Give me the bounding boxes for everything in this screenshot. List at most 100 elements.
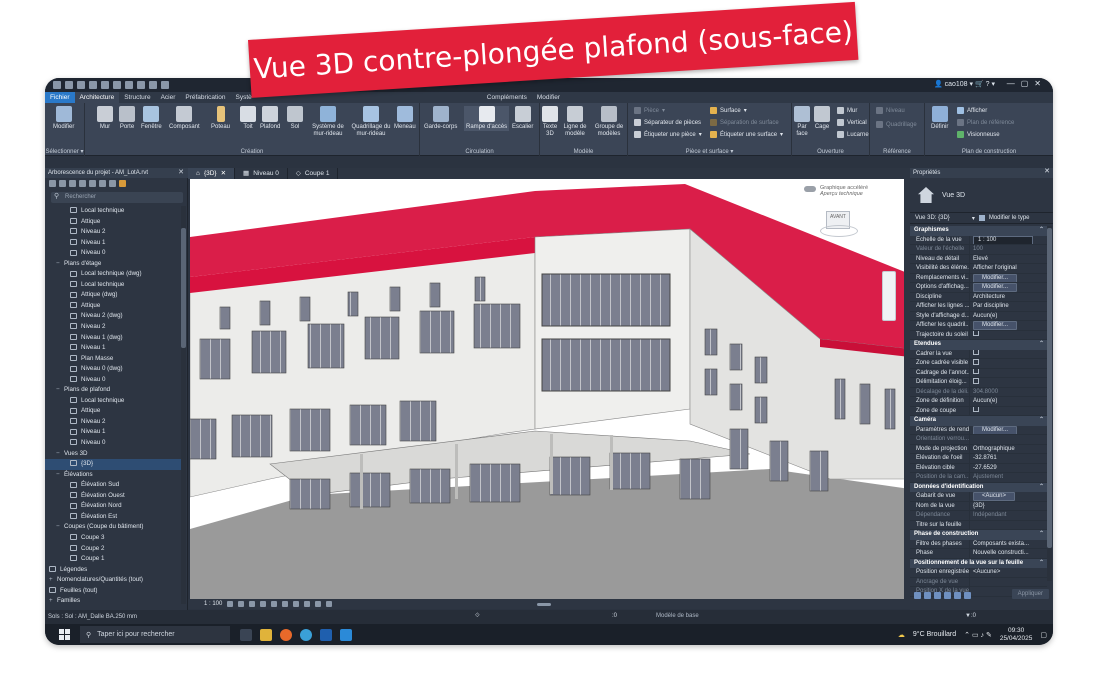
browser-item[interactable]: Niveau 1	[45, 343, 181, 354]
reveal-icon[interactable]	[326, 601, 333, 607]
browser-item[interactable]: Niveau 0 (dwg)	[45, 364, 181, 375]
save-icon[interactable]	[77, 81, 85, 89]
checkbox[interactable]	[973, 349, 979, 356]
property-value[interactable]: Nouvelle constructi...	[969, 549, 1047, 558]
design-option[interactable]: Modèle de base	[656, 613, 699, 619]
browser-item[interactable]: Coupe 3	[45, 533, 181, 544]
firefox-icon[interactable]	[280, 628, 292, 641]
worksets-icon[interactable]: ⟐	[475, 613, 480, 620]
property-group-header[interactable]: Données d'identification ⌃	[910, 482, 1047, 493]
model-text-button[interactable]: Texte 3D	[542, 106, 558, 138]
collapse-icon[interactable]: −	[56, 449, 64, 460]
mullion-button[interactable]: Meneau	[394, 106, 416, 131]
checkbox[interactable]	[973, 406, 979, 413]
property-value[interactable]: <Aucun>	[969, 492, 1047, 501]
checkbox[interactable]	[973, 378, 979, 384]
area-boundary-button[interactable]: Séparation de surface	[710, 119, 779, 126]
viewcube[interactable]: AVANT	[820, 205, 858, 239]
property-value[interactable]: <Aucune>	[969, 568, 1047, 577]
text-icon[interactable]	[161, 81, 169, 89]
collapse-icon[interactable]: ⌃	[1039, 226, 1044, 236]
property-value[interactable]: Composants exista...	[969, 539, 1047, 548]
checkbox[interactable]	[973, 330, 979, 337]
door-button[interactable]: Porte	[119, 106, 135, 131]
collapse-icon[interactable]: −	[56, 470, 64, 481]
browser-item[interactable]: Local technique	[45, 396, 181, 407]
tab-view-3d[interactable]: ⌂ {3D} ✕	[188, 168, 236, 179]
type-selector[interactable]: Vue 3D	[910, 180, 1053, 210]
property-value[interactable]	[969, 359, 1047, 368]
property-value[interactable]	[969, 406, 1047, 415]
instance-selector[interactable]: Vue 3D: {3D} ▾ Modifier le type	[910, 212, 1053, 224]
taskbar-search[interactable]: ⚲ Taper ici pour rechercher	[80, 626, 230, 643]
collapse-icon[interactable]: ⌃	[1039, 483, 1044, 493]
tab-steel[interactable]: Acier	[156, 92, 181, 103]
column-button[interactable]: Poteau	[211, 106, 230, 131]
property-value[interactable]: Modifier...	[969, 273, 1047, 282]
checkbox[interactable]	[973, 359, 979, 365]
measure-icon[interactable]	[137, 81, 145, 89]
browser-item[interactable]: Attique (dwg)	[45, 290, 181, 301]
browser-tool-icon[interactable]	[59, 180, 66, 187]
collapse-icon[interactable]: ⌃	[1039, 340, 1044, 350]
browser-item[interactable]: Élévation Est	[45, 512, 181, 523]
browser-search-input[interactable]: ⚲ Rechercher	[51, 192, 183, 203]
wall-button[interactable]: Mur	[97, 106, 113, 131]
ramp-button[interactable]: Rampe d'accès	[464, 106, 510, 131]
edit-button[interactable]: <Aucun>	[973, 492, 1016, 501]
browser-tab-icon[interactable]	[964, 591, 971, 599]
browser-item[interactable]: Local technique (dwg)	[45, 269, 181, 280]
app-icon[interactable]	[340, 628, 352, 641]
browser-item[interactable]: Élévation Nord	[45, 501, 181, 512]
windows-start-icon[interactable]	[59, 629, 70, 640]
user-account[interactable]: 👤 cao108 ▾ 🛒 ? ▾	[934, 80, 995, 88]
property-group-header[interactable]: Positionnement de la vue sur la feuille ⌃	[910, 558, 1047, 568]
sun-path-icon[interactable]	[249, 601, 256, 607]
edit-button[interactable]: Modifier...	[973, 425, 1018, 434]
room-group-label[interactable]: Pièce et surface ▾	[628, 148, 791, 155]
browser-item[interactable]: − Plans d'étage	[45, 259, 181, 270]
select-dropdown[interactable]: Sélectionner ▾	[45, 148, 84, 155]
edit-type-button[interactable]: Modifier le type	[989, 215, 1030, 221]
filter-icon[interactable]: ▼:0	[965, 613, 976, 619]
browser-item[interactable]: Niveau 1 (dwg)	[45, 333, 181, 344]
viewcube-compass[interactable]	[820, 225, 858, 237]
property-value[interactable]	[969, 330, 1047, 339]
tag-area-button[interactable]: Étiqueter une surface ▾	[710, 131, 783, 138]
model-group-button[interactable]: Groupe de modèles	[592, 106, 626, 138]
wall-opening-button[interactable]: Mur	[837, 107, 857, 114]
area-button[interactable]: Surface ▾	[710, 107, 747, 114]
horizontal-scroll-thumb[interactable]	[537, 602, 552, 606]
link-icon[interactable]	[119, 180, 126, 187]
curtain-system-button[interactable]: Système de mur-rideau	[307, 106, 349, 138]
temp-hide-icon[interactable]	[315, 601, 322, 607]
view-scale[interactable]: 1 : 100	[204, 601, 222, 607]
browser-tab-icon[interactable]	[954, 591, 961, 599]
properties-tab-icon[interactable]	[914, 591, 921, 599]
toggle-switch[interactable]	[804, 186, 816, 192]
collapse-icon[interactable]: ⌃	[1039, 530, 1044, 540]
window-controls[interactable]: —▢✕	[1007, 79, 1047, 88]
detail-level-icon[interactable]	[227, 601, 234, 607]
browser-tool-icon[interactable]	[109, 180, 116, 187]
browser-item[interactable]: − Élévations	[45, 470, 181, 481]
property-value[interactable]: -27.6529	[969, 463, 1047, 472]
expand-icon[interactable]: +	[49, 596, 57, 604]
file-explorer-icon[interactable]	[260, 628, 272, 641]
collapse-icon[interactable]: −	[56, 259, 64, 270]
property-value[interactable]: Modifier...	[969, 283, 1047, 292]
show-workplane-button[interactable]: Afficher	[957, 107, 987, 114]
tab-architecture[interactable]: Architecture	[74, 92, 120, 103]
stair-button[interactable]: Escalier	[512, 106, 533, 131]
3d-viewport[interactable]: Graphique accéléré Aperçu technique AVANT	[190, 179, 910, 599]
browser-item[interactable]: Local technique	[45, 280, 181, 291]
browser-item[interactable]: Niveau 0	[45, 438, 181, 449]
browser-item[interactable]: Niveau 0	[45, 375, 181, 386]
sync-icon[interactable]	[89, 81, 97, 89]
browser-item[interactable]: Légendes	[45, 565, 181, 576]
browser-item[interactable]: Niveau 1	[45, 427, 181, 438]
shaft-button[interactable]: Cage	[814, 106, 830, 131]
property-value[interactable]	[969, 378, 1047, 387]
browser-tool-icon[interactable]	[79, 180, 86, 187]
window-button[interactable]: Fenêtre	[141, 106, 162, 131]
